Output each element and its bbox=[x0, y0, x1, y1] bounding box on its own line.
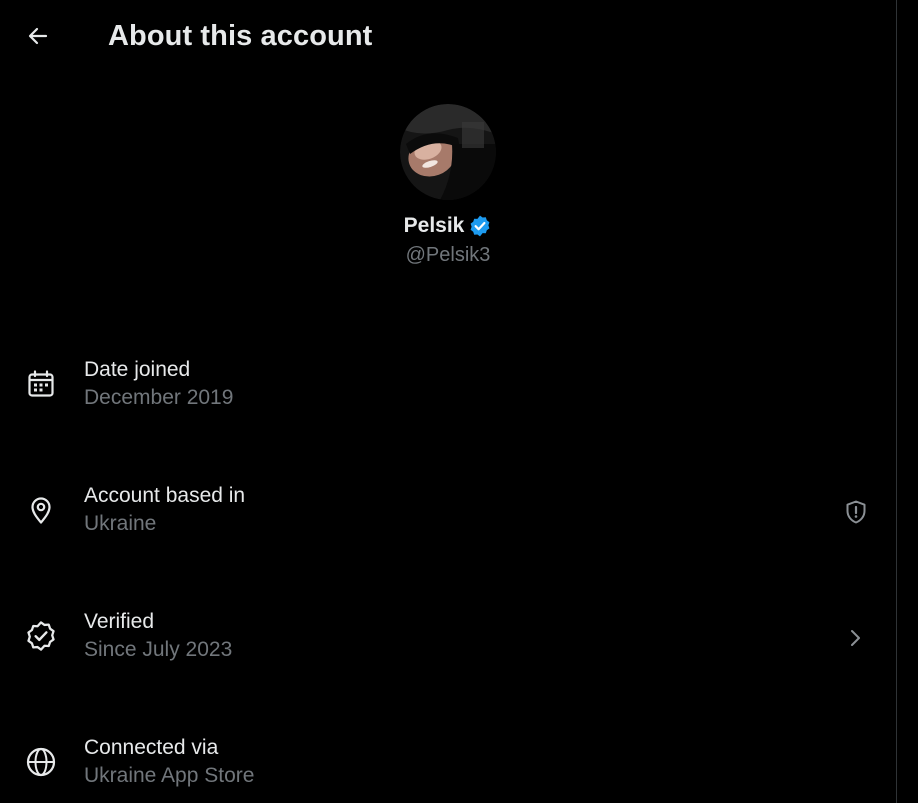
row-label: Connected via bbox=[84, 736, 219, 759]
page-title: About this account bbox=[108, 20, 373, 52]
verified-check-icon bbox=[24, 619, 58, 653]
row-label: Verified bbox=[84, 610, 155, 633]
name-row: Pelsik bbox=[404, 212, 493, 240]
location-pin-icon bbox=[24, 493, 58, 527]
row-value: Since July 2023 bbox=[84, 638, 233, 661]
verified-badge-icon bbox=[468, 214, 492, 238]
account-based-in-text: Account based in Ukraine bbox=[84, 482, 245, 539]
globe-icon bbox=[24, 745, 58, 779]
verified-row[interactable]: Verified Since July 2023 bbox=[0, 588, 896, 714]
chevron-right-icon[interactable] bbox=[838, 620, 874, 656]
header: About this account bbox=[0, 0, 896, 72]
avatar[interactable] bbox=[400, 104, 496, 200]
column-divider bbox=[896, 0, 897, 803]
about-account-page: About this account Pelsik @Pelsik3 Date … bbox=[0, 0, 918, 803]
back-button[interactable] bbox=[18, 16, 58, 56]
connected-via-text: Connected via Ukraine App Store bbox=[84, 734, 254, 791]
arrow-left-icon bbox=[26, 24, 50, 48]
shield-alert-icon[interactable] bbox=[838, 494, 874, 530]
profile-summary: Pelsik @Pelsik3 bbox=[0, 104, 896, 268]
date-joined-row: Date joined December 2019 bbox=[0, 336, 896, 462]
verified-text: Verified Since July 2023 bbox=[84, 608, 232, 665]
connected-via-row: Connected via Ukraine App Store bbox=[0, 714, 896, 803]
date-joined-text: Date joined December 2019 bbox=[84, 356, 233, 413]
row-label: Date joined bbox=[84, 358, 191, 381]
account-details-list: Date joined December 2019 Account based … bbox=[0, 336, 896, 803]
row-value: Ukraine App Store bbox=[84, 764, 255, 787]
calendar-icon bbox=[24, 367, 58, 401]
row-value: December 2019 bbox=[84, 386, 234, 409]
row-value: Ukraine bbox=[84, 512, 157, 535]
row-label: Account based in bbox=[84, 484, 246, 507]
handle: @Pelsik3 bbox=[405, 244, 491, 266]
account-based-in-row: Account based in Ukraine bbox=[0, 462, 896, 588]
display-name[interactable]: Pelsik bbox=[404, 214, 465, 238]
